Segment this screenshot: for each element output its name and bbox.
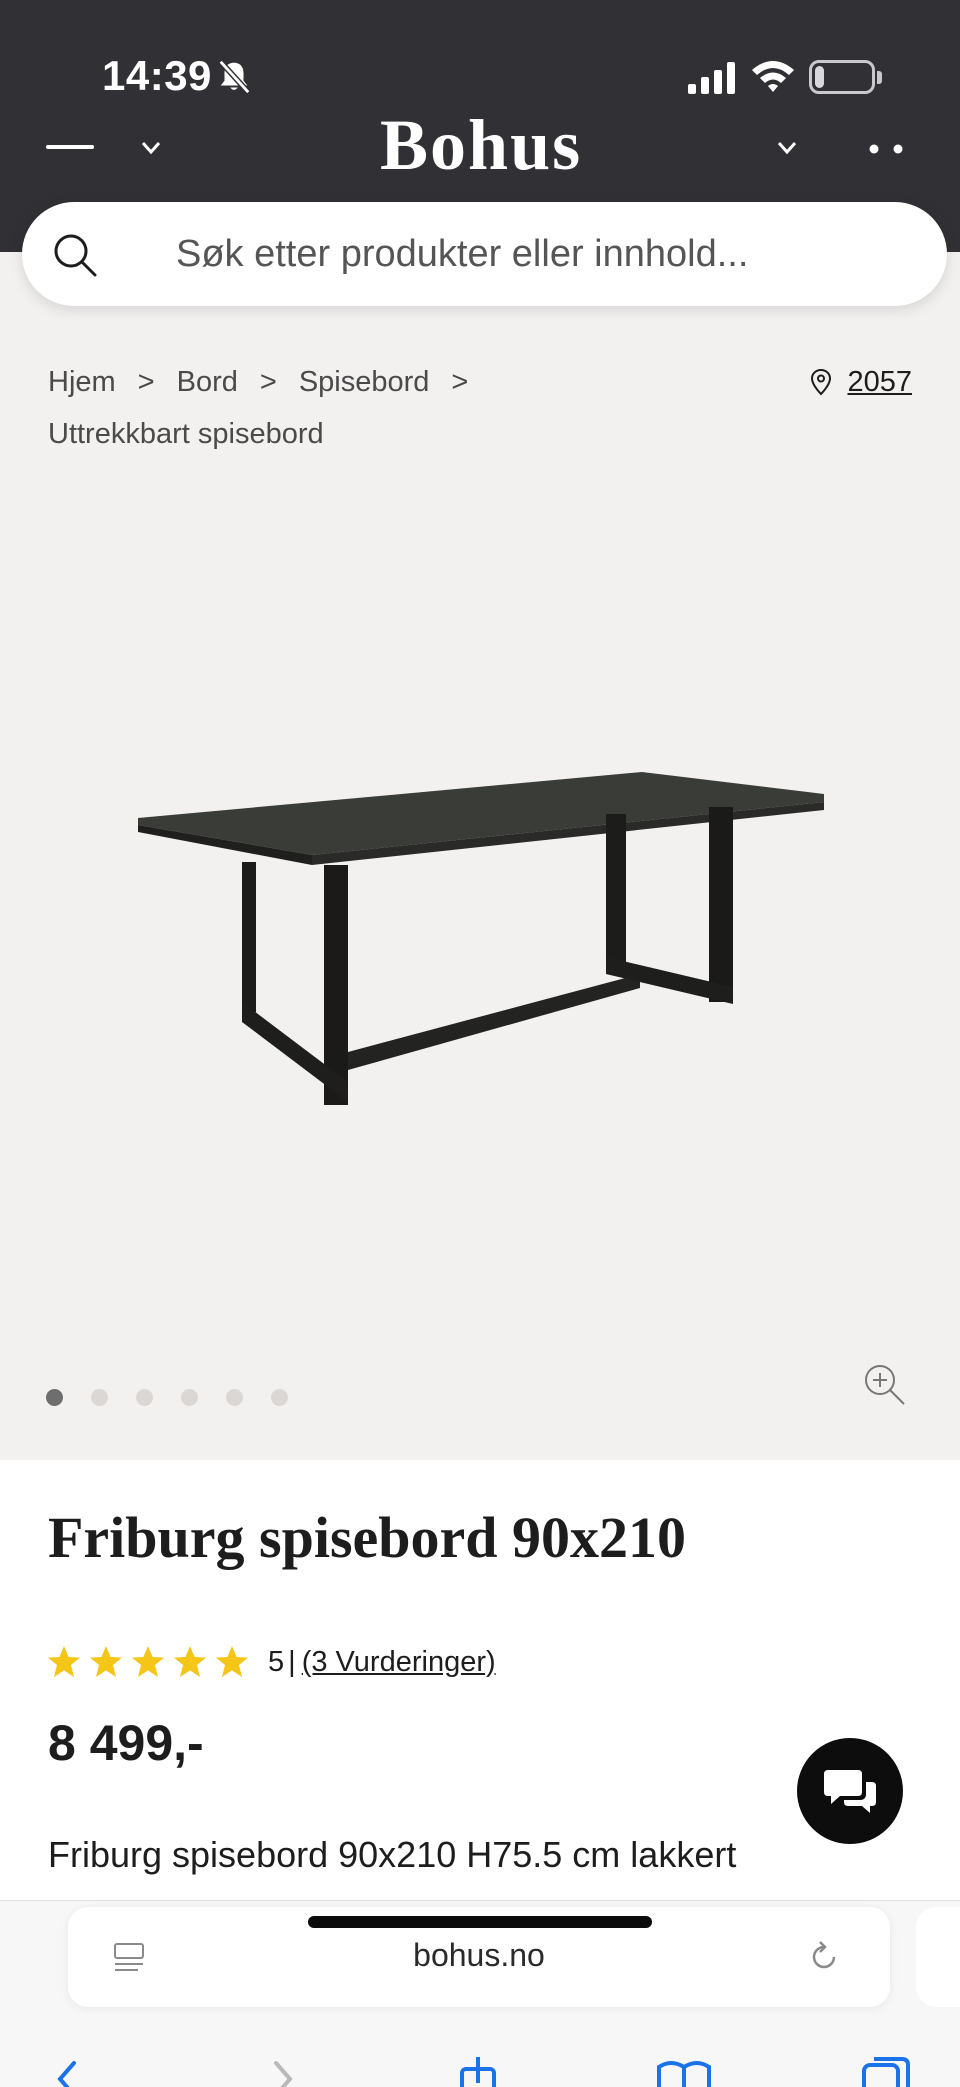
- battery-tip: [877, 71, 882, 84]
- brand-logo[interactable]: Bohus: [380, 104, 582, 187]
- carousel-dot[interactable]: [181, 1388, 198, 1406]
- carousel-dot[interactable]: [46, 1388, 63, 1406]
- signal-icon: [688, 62, 735, 94]
- bell-slash-icon: [218, 59, 251, 95]
- product-description: Friburg spisebord 90x210 H75.5 cm lakker…: [48, 1834, 737, 1875]
- product-image[interactable]: [120, 752, 840, 1112]
- search-input[interactable]: [176, 228, 916, 280]
- home-indicator: [308, 1916, 652, 1928]
- tabs-icon[interactable]: [860, 2055, 912, 2087]
- share-icon[interactable]: [456, 2055, 500, 2087]
- rating-value: 5: [268, 1645, 285, 1678]
- product-price: 8 499,-: [48, 1715, 204, 1771]
- image-carousel-dots: [46, 1386, 316, 1408]
- browser-bottom-bar: bohus.no: [0, 1900, 960, 2087]
- zoom-in-icon[interactable]: [862, 1362, 906, 1406]
- battery-level: 25: [828, 63, 856, 90]
- breadcrumb-item-home[interactable]: Hjem: [48, 356, 116, 408]
- back-icon[interactable]: [48, 2059, 88, 2087]
- star-icon: [132, 1646, 164, 1677]
- breadcrumb-separator: >: [259, 366, 277, 398]
- url-text[interactable]: bohus.no: [68, 1937, 890, 1974]
- star-icon: [216, 1646, 248, 1677]
- breadcrumb-separator: >: [137, 366, 155, 398]
- carousel-dot[interactable]: [136, 1388, 153, 1406]
- reload-icon[interactable]: [806, 1939, 842, 1975]
- store-selector[interactable]: 2057: [809, 356, 912, 408]
- chat-icon: [824, 1770, 876, 1813]
- carousel-dot[interactable]: [91, 1388, 108, 1406]
- search-icon[interactable]: [52, 232, 98, 278]
- battery-icon: 25: [809, 60, 875, 94]
- browser-toolbar: [0, 2051, 960, 2087]
- chevron-down-icon[interactable]: [140, 139, 162, 157]
- location-pin-icon: [811, 368, 832, 396]
- breadcrumb-item-bord[interactable]: Bord: [177, 356, 238, 408]
- star-icon: [48, 1646, 80, 1677]
- battery-fill: [815, 66, 824, 88]
- more-icon[interactable]: [866, 144, 906, 154]
- breadcrumb-item-current[interactable]: Uttrekkbart spisebord: [48, 408, 324, 460]
- carousel-dot[interactable]: [226, 1388, 243, 1406]
- star-icon: [90, 1646, 122, 1677]
- rating-separator: |: [288, 1645, 296, 1678]
- star-icon: [174, 1646, 206, 1677]
- product-gallery-area: Hjem > Bord > Spisebord > Uttrekkbart spisebor…: [0, 252, 960, 1460]
- forward-icon[interactable]: [262, 2059, 302, 2087]
- store-number-link[interactable]: 2057: [847, 366, 912, 399]
- breadcrumb-item-spisebord[interactable]: Spisebord: [299, 356, 430, 408]
- breadcrumb-separator: >: [451, 366, 469, 398]
- product-title: Friburg spisebord 90x210: [48, 1505, 687, 1570]
- wifi-icon: [752, 61, 794, 92]
- carousel-dot[interactable]: [271, 1388, 288, 1406]
- bookmarks-icon[interactable]: [655, 2057, 713, 2087]
- breadcrumb: Hjem > Bord > Spisebord > Uttrekkbart spisebor…: [48, 356, 808, 460]
- product-rating: 5 | (3 Vurderinger): [46, 1640, 496, 1684]
- chat-button[interactable]: [797, 1738, 903, 1844]
- site-nav: Bohus: [0, 105, 960, 185]
- next-tab-preview[interactable]: [916, 1907, 960, 2007]
- search-bar[interactable]: [22, 202, 947, 306]
- reviews-link[interactable]: (3 Vurderinger): [302, 1646, 496, 1679]
- chevron-down-icon[interactable]: [776, 139, 798, 157]
- status-time: 14:39: [102, 52, 212, 99]
- menu-icon[interactable]: [46, 145, 94, 149]
